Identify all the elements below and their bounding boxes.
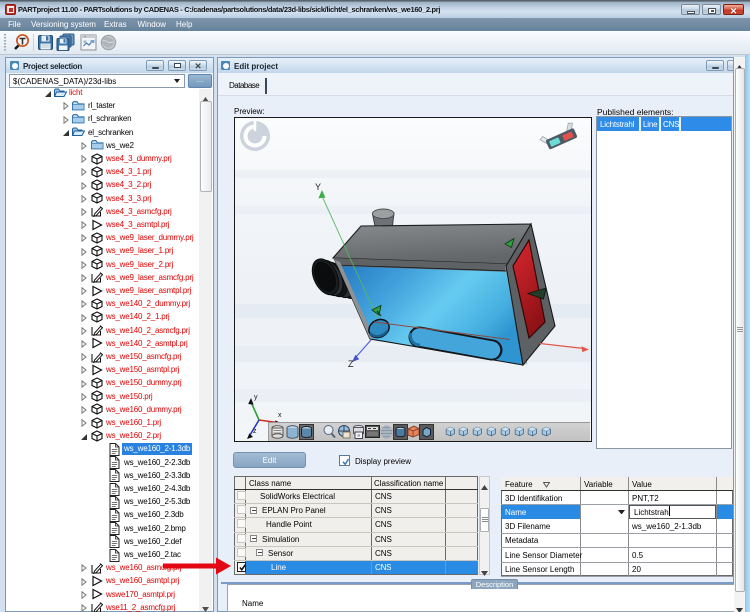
svg-text:Y: Y <box>315 182 321 192</box>
svg-text:x: x <box>278 412 282 419</box>
svg-text:z: z <box>253 428 257 435</box>
svg-text:Z: Z <box>348 359 354 369</box>
svg-text:y: y <box>254 394 258 401</box>
